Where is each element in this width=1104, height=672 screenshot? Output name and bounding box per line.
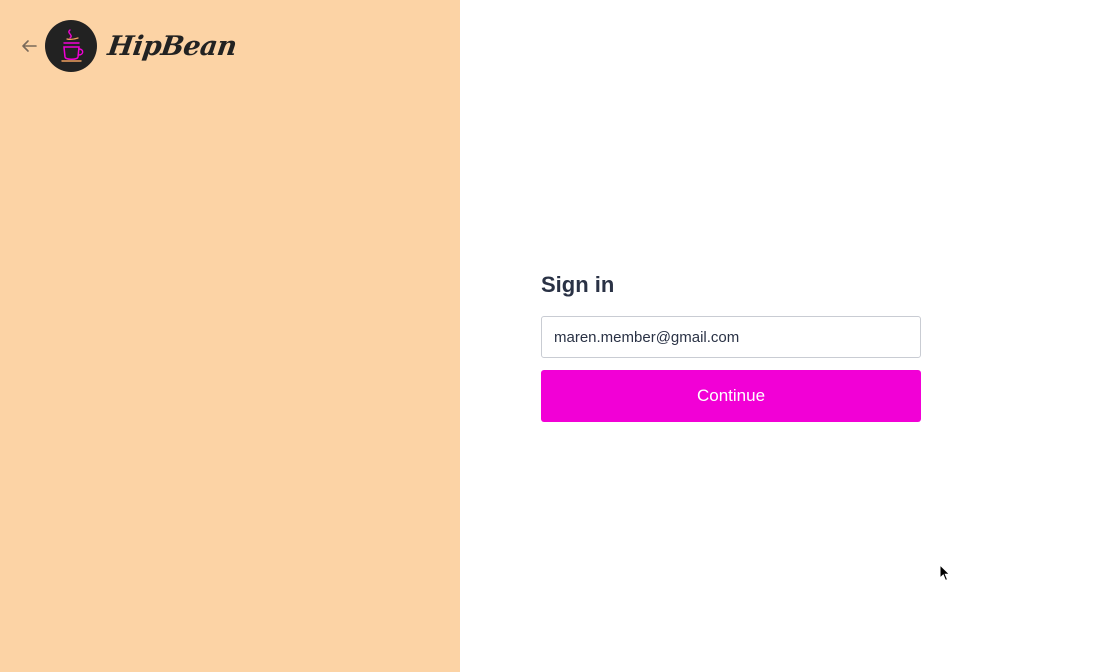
- brand-logo[interactable]: HipBean: [45, 20, 239, 72]
- back-button[interactable]: [20, 37, 38, 55]
- email-field[interactable]: [541, 316, 921, 358]
- continue-button[interactable]: Continue: [541, 370, 921, 422]
- brand-name: HipBean: [105, 30, 239, 62]
- coffee-cup-icon: [45, 20, 97, 72]
- mouse-pointer-icon: [939, 564, 951, 582]
- signin-panel: Sign in Continue: [460, 0, 1104, 672]
- arrow-left-icon: [22, 40, 37, 52]
- brand-panel: HipBean: [0, 0, 460, 672]
- page-title: Sign in: [541, 272, 615, 297]
- signin-form: Sign in Continue: [541, 270, 921, 422]
